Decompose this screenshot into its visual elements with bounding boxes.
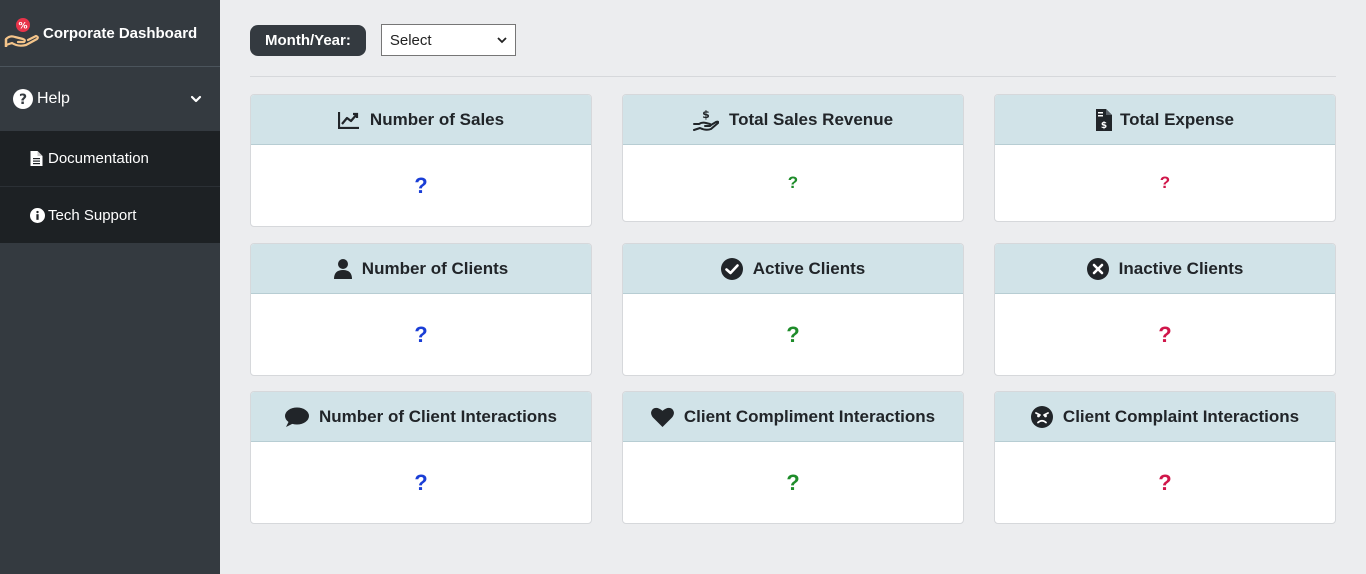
main-content: Month/Year: Select Number of Sales ? $ T… <box>220 0 1366 574</box>
svg-text:$: $ <box>702 108 710 121</box>
user-icon <box>333 258 352 279</box>
chart-line-icon <box>337 111 359 129</box>
sidebar-item-tech-support[interactable]: Tech Support <box>0 187 220 243</box>
card-body: ? <box>623 145 963 221</box>
card-header: Number of Client Interactions <box>251 392 591 442</box>
heart-icon <box>650 407 674 427</box>
card-body: ? <box>995 294 1335 375</box>
card-client-compliment-interactions: Client Compliment Interactions ? <box>622 391 964 524</box>
card-header: $ Total Expense <box>995 95 1335 145</box>
card-title: Client Complaint Interactions <box>1062 406 1300 426</box>
sidebar: % Corporate Dashboard ? Help Documentati… <box>0 0 220 574</box>
card-title: Inactive Clients <box>1118 258 1244 278</box>
sidebar-item-documentation[interactable]: Documentation <box>0 131 220 187</box>
card-value: ? <box>1158 469 1172 495</box>
brand-title: Corporate Dashboard <box>43 24 198 42</box>
angry-face-icon <box>1030 405 1053 428</box>
card-title: Total Expense <box>1120 109 1234 129</box>
card-header: Client Complaint Interactions <box>995 392 1335 442</box>
filter-bar: Month/Year: Select <box>250 24 516 56</box>
help-submenu: Documentation Tech Support <box>0 131 220 243</box>
comment-icon <box>284 407 309 427</box>
sidebar-item-help-label: Help <box>37 90 70 107</box>
sidebar-item-label: Tech Support <box>48 206 137 224</box>
card-number-of-clients: Number of Clients ? <box>250 243 592 376</box>
card-header: Inactive Clients <box>995 244 1335 294</box>
svg-text:?: ? <box>19 92 27 108</box>
card-value: ? <box>414 172 428 198</box>
card-number-of-client-interactions: Number of Client Interactions ? <box>250 391 592 524</box>
card-value: ? <box>786 321 800 347</box>
card-total-sales-revenue: $ Total Sales Revenue ? <box>622 94 964 222</box>
card-body: ? <box>995 442 1335 523</box>
card-header: Number of Sales <box>251 95 591 145</box>
question-circle-icon: ? <box>13 89 33 109</box>
divider <box>250 76 1336 77</box>
card-title: Total Sales Revenue <box>728 109 894 129</box>
times-circle-icon <box>1086 257 1109 280</box>
card-header: Client Compliment Interactions <box>623 392 963 442</box>
hand-holding-dollar-icon: $ <box>692 108 719 131</box>
card-value: ? <box>787 173 799 192</box>
info-circle-icon <box>30 207 45 223</box>
card-body: ? <box>623 442 963 523</box>
card-body: ? <box>251 294 591 375</box>
brand[interactable]: % Corporate Dashboard <box>0 0 220 67</box>
chevron-down-icon <box>497 37 507 44</box>
hand-coin-icon: % <box>4 18 39 47</box>
chevron-down-icon <box>190 95 202 103</box>
svg-text:$: $ <box>1101 121 1107 131</box>
check-circle-icon <box>720 257 743 280</box>
file-icon <box>30 151 43 166</box>
card-title: Number of Sales <box>369 109 505 129</box>
sidebar-item-help[interactable]: ? Help <box>0 67 220 131</box>
card-value: ? <box>786 469 800 495</box>
card-title: Active Clients <box>752 258 866 278</box>
card-value: ? <box>1158 321 1172 347</box>
card-body: ? <box>623 294 963 375</box>
card-value: ? <box>414 321 428 347</box>
sidebar-item-label: Documentation <box>48 150 149 167</box>
card-total-expense: $ Total Expense ? <box>994 94 1336 222</box>
card-body: ? <box>251 145 591 226</box>
card-inactive-clients: Inactive Clients ? <box>994 243 1336 376</box>
card-number-of-sales: Number of Sales ? <box>250 94 592 227</box>
svg-text:%: % <box>18 22 27 32</box>
card-body: ? <box>995 145 1335 221</box>
month-year-select[interactable]: Select <box>380 24 516 56</box>
card-client-complaint-interactions: Client Complaint Interactions ? <box>994 391 1336 524</box>
card-header: Active Clients <box>623 244 963 294</box>
card-value: ? <box>1159 173 1171 192</box>
month-year-select-value: Select <box>389 31 432 49</box>
month-year-label: Month/Year: <box>250 24 366 56</box>
card-header: $ Total Sales Revenue <box>623 95 963 145</box>
file-invoice-dollar-icon: $ <box>1096 108 1112 131</box>
card-body: ? <box>251 442 591 523</box>
card-header: Number of Clients <box>251 244 591 294</box>
card-title: Client Compliment Interactions <box>683 406 936 426</box>
card-title: Number of Clients <box>361 258 509 278</box>
card-active-clients: Active Clients ? <box>622 243 964 376</box>
card-title: Number of Client Interactions <box>318 406 558 426</box>
card-value: ? <box>414 469 428 495</box>
